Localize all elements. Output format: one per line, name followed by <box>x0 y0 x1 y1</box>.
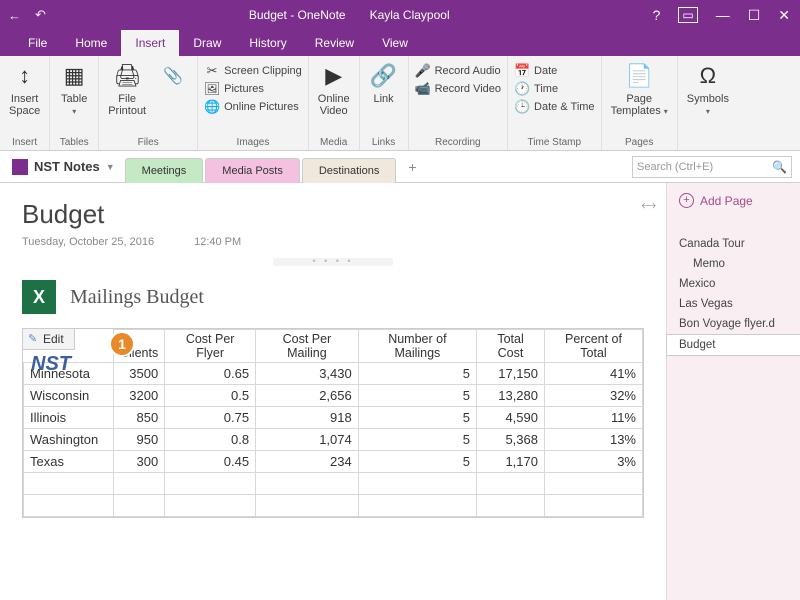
section-tab-destinations[interactable]: Destinations <box>302 158 397 183</box>
table-row: Washington9500.81,07455,36813% <box>24 429 643 451</box>
page-canvas[interactable]: ⤢ Budget Tuesday, October 25, 201612:40 … <box>0 183 666 600</box>
group-timestamp: Time Stamp <box>514 135 595 150</box>
page-title[interactable]: Budget <box>22 199 644 230</box>
group-images: Images <box>204 135 302 150</box>
edit-button[interactable]: Edit <box>22 328 75 350</box>
drag-handle[interactable]: • • • • <box>273 258 393 266</box>
table-row: Illinois8500.7591854,59011% <box>24 407 643 429</box>
menu-history[interactable]: History <box>235 30 300 56</box>
online-video-button[interactable]: ▶OnlineVideo <box>315 59 353 119</box>
list-item[interactable]: Bon Voyage flyer.d <box>667 314 800 334</box>
help-icon[interactable]: ? <box>653 7 661 23</box>
file-printout-button[interactable]: 🖨FilePrintout <box>105 59 149 119</box>
group-recording: Recording <box>415 135 501 150</box>
pictures-button[interactable]: 🖼Pictures <box>204 81 302 97</box>
date-button[interactable]: 📅Date <box>514 63 595 79</box>
page-timestamp: Tuesday, October 25, 201612:40 PM <box>22 236 644 248</box>
plus-icon: + <box>679 193 694 208</box>
file-attachment-button[interactable]: 📎 <box>155 59 191 93</box>
add-section-button[interactable]: + <box>398 155 426 179</box>
list-item[interactable]: Las Vegas <box>667 294 800 314</box>
record-audio-button[interactable]: 🎤Record Audio <box>415 63 501 79</box>
excel-icon: X <box>22 280 56 314</box>
section-tab-meetings[interactable]: Meetings <box>125 158 204 183</box>
undo-icon[interactable]: ↶ <box>35 7 46 23</box>
screen-clipping-button[interactable]: ✂Screen Clipping <box>204 63 302 79</box>
ribbon-options-icon[interactable]: ▭ <box>678 7 697 23</box>
page-templates-button[interactable]: 📄PageTemplates ▾ <box>608 59 671 120</box>
menu-bar: File Home Insert Draw History Review Vie… <box>0 30 800 56</box>
page-list: + Add Page Canada Tour Memo Mexico Las V… <box>666 183 800 600</box>
nav-back-icon[interactable]: ← <box>8 8 21 23</box>
menu-file[interactable]: File <box>14 30 61 56</box>
embed-title: Mailings Budget <box>70 286 204 309</box>
datetime-button[interactable]: 🕒Date & Time <box>514 99 595 115</box>
window-title: Budget - OneNote <box>249 8 346 22</box>
group-tables: Tables <box>56 135 92 150</box>
table-button[interactable]: ▦Table▾ <box>56 59 92 120</box>
time-button[interactable]: 🕐Time <box>514 81 595 97</box>
notebook-bar: NST Notes ▼ Meetings Media Posts Destina… <box>0 151 800 183</box>
title-bar: ← ↶ Budget - OneNote Kayla Claypool ? ▭ … <box>0 0 800 30</box>
table-row: Wisconsin32000.52,656513,28032% <box>24 385 643 407</box>
ribbon: ↕InsertSpace Insert ▦Table▾ Tables 🖨File… <box>0 56 800 151</box>
list-item[interactable]: Canada Tour <box>667 234 800 254</box>
search-input[interactable]: Search (Ctrl+E) 🔍 <box>632 156 792 178</box>
search-icon: 🔍 <box>772 160 787 174</box>
online-pictures-button[interactable]: 🌐Online Pictures <box>204 99 302 115</box>
menu-view[interactable]: View <box>368 30 422 56</box>
minimize-icon[interactable]: — <box>716 7 730 23</box>
record-video-button[interactable]: 📹Record Video <box>415 81 501 97</box>
insert-space-button[interactable]: ↕InsertSpace <box>6 59 43 119</box>
group-insert: Insert <box>6 135 43 150</box>
symbols-button[interactable]: ΩSymbols▾ <box>684 59 732 120</box>
menu-review[interactable]: Review <box>301 30 368 56</box>
group-media: Media <box>315 135 353 150</box>
menu-home[interactable]: Home <box>61 30 121 56</box>
section-tab-media[interactable]: Media Posts <box>205 158 300 183</box>
group-pages: Pages <box>608 135 671 150</box>
menu-draw[interactable]: Draw <box>179 30 235 56</box>
add-page-button[interactable]: + Add Page <box>667 183 800 218</box>
maximize-icon[interactable]: ☐ <box>748 7 761 24</box>
table-row: Texas3000.4523451,1703% <box>24 451 643 473</box>
notebook-icon <box>12 159 28 175</box>
link-button[interactable]: 🔗Link <box>366 59 402 107</box>
list-item[interactable]: Memo <box>667 254 800 274</box>
step-callout: 1 <box>109 331 135 357</box>
group-links: Links <box>366 135 402 150</box>
table-row: Minnesota35000.653,430517,15041% <box>24 363 643 385</box>
list-item[interactable]: Mexico <box>667 274 800 294</box>
group-files: Files <box>105 135 191 150</box>
menu-insert[interactable]: Insert <box>121 30 179 56</box>
nst-logo: NST <box>31 353 71 376</box>
notebook-selector[interactable]: NST Notes ▼ <box>8 159 125 175</box>
close-icon[interactable]: ✕ <box>778 7 790 24</box>
list-item[interactable]: Budget <box>666 334 800 356</box>
embedded-spreadsheet[interactable]: Edit 1 NST Clients Cost Per Flyer Cost P… <box>22 328 644 518</box>
user-name: Kayla Claypool <box>370 8 450 22</box>
